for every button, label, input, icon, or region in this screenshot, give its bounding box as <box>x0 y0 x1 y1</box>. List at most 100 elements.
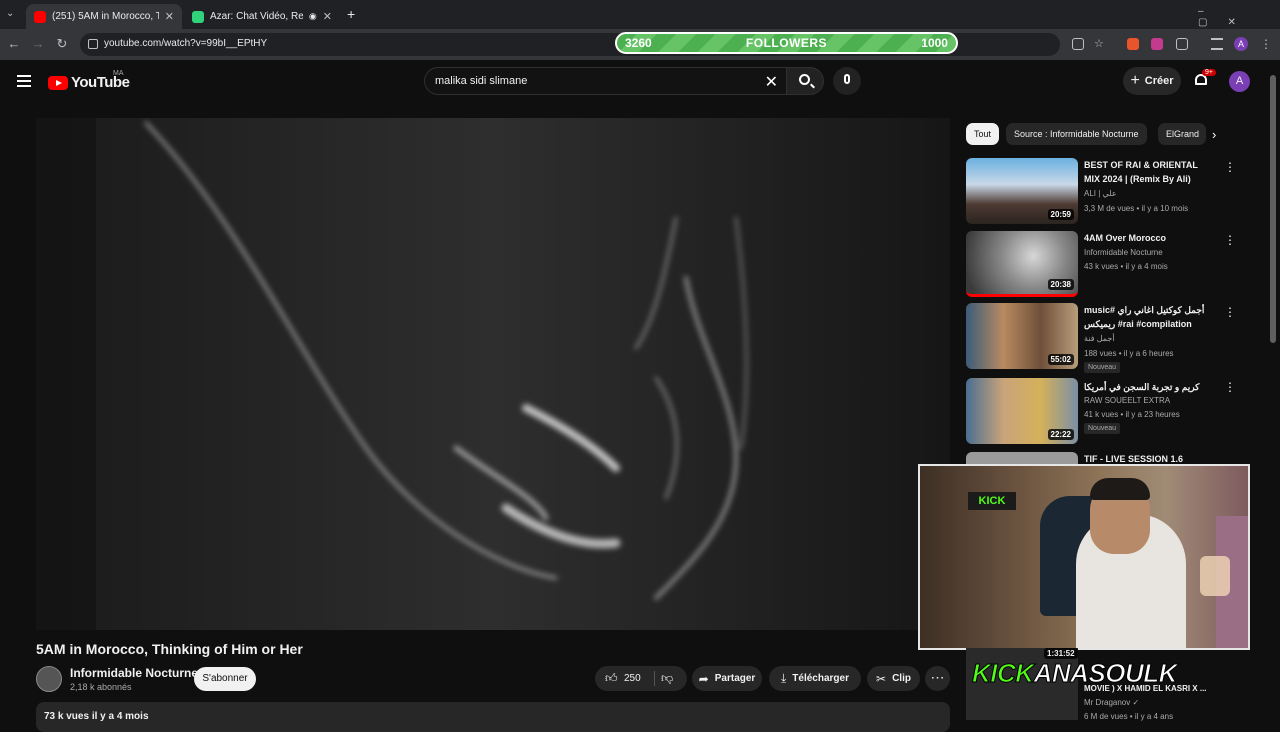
rec-title[interactable]: TIF - LIVE SESSION 1.6 <box>1084 452 1214 464</box>
tab-youtube[interactable]: (251) 5AM in Morocco, Thinking ✕ <box>26 4 182 29</box>
page-scrollbar[interactable] <box>1270 75 1276 343</box>
more-vert-icon[interactable]: ⋮ <box>1224 160 1236 174</box>
download-button[interactable]: ⤓ Télécharger <box>769 666 861 691</box>
rec-channel[interactable]: Informidable Nocturne <box>1084 248 1163 257</box>
reload-icon[interactable]: ↻ <box>54 36 70 52</box>
list-item[interactable]: TIF - LIVE SESSION 1.6 <box>966 452 1266 464</box>
search-button[interactable] <box>786 67 824 95</box>
list-item[interactable]: 55:02 music# أجمل كوكتيل اغاني راي ريميك… <box>966 303 1266 373</box>
video-thumbnail[interactable] <box>966 452 1078 464</box>
video-title: 5AM in Morocco, Thinking of Him or Her <box>36 641 303 657</box>
tab-azar[interactable]: Azar: Chat Vidéo, Rencontr ◉ ✕ <box>184 4 340 29</box>
video-thumbnail[interactable]: 55:02 <box>966 303 1078 369</box>
rec-title[interactable]: BEST OF RAI & ORIENTAL MIX 2024 | (Remix… <box>1084 158 1214 186</box>
rec-channel[interactable]: Mr Draganov ✓ <box>1084 698 1139 707</box>
clip-button[interactable]: ✂ Clip <box>867 666 920 691</box>
rec-title[interactable]: music# أجمل كوكتيل اغاني راي ريميكس #rai… <box>1084 303 1214 331</box>
more-vert-icon[interactable]: ⋮ <box>1224 305 1236 319</box>
site-info-icon[interactable] <box>88 39 98 49</box>
video-frame <box>36 118 950 630</box>
browser-profile-avatar[interactable]: A <box>1234 37 1248 51</box>
rec-channel[interactable]: ALI | علي <box>1084 189 1117 198</box>
forward-arrow-icon[interactable]: → <box>30 36 46 52</box>
like-thumb-icon[interactable]: 👍︎ <box>605 671 618 686</box>
download-icon: ⤓ <box>780 671 787 685</box>
followers-goal: 1000 <box>921 36 948 50</box>
notifications-button[interactable]: 9+ <box>1194 69 1216 88</box>
dislike-thumb-icon[interactable]: 👎︎ <box>661 671 673 686</box>
extensions-puzzle-icon[interactable] <box>1176 38 1188 50</box>
video-thumbnail[interactable]: 20:59 <box>966 158 1078 224</box>
list-item[interactable]: 22:22 كريم و تجربة السجن في أمريكا RAW S… <box>966 378 1266 448</box>
youtube-favicon-icon <box>34 10 46 23</box>
list-item[interactable]: 20:38 4AM Over Morocco Informidable Noct… <box>966 231 1266 301</box>
close-tab-icon[interactable]: ✕ <box>165 10 174 23</box>
rec-title[interactable]: كريم و تجربة السجن في أمريكا <box>1084 380 1214 394</box>
streamer-webcam: KICK <box>918 464 1250 650</box>
rec-title[interactable]: 4AM Over Morocco <box>1084 231 1214 245</box>
scissors-icon: ✂ <box>876 671 887 686</box>
share-button[interactable]: ➦ Partager <box>692 666 762 691</box>
cast-icon[interactable] <box>1072 38 1084 50</box>
chip-all[interactable]: Tout <box>966 123 1000 145</box>
chip-source[interactable]: Source : Informidable Nocturne <box>1006 123 1147 145</box>
more-actions-button[interactable]: ⋯ <box>925 666 950 691</box>
clip-label: Clip <box>892 673 911 684</box>
menu-icon[interactable] <box>17 75 31 87</box>
rec-title[interactable]: MOVIE ) X HAMID EL KASRI X ... <box>1084 684 1207 693</box>
subscribe-button[interactable]: S'abonner <box>194 667 256 691</box>
microphone-icon <box>844 74 850 84</box>
close-tab-icon[interactable]: ✕ <box>323 10 332 23</box>
azar-favicon-icon <box>192 10 204 23</box>
share-arrow-icon: ➦ <box>698 671 709 686</box>
followers-goal-bar: 3260 FOLLOWERS 1000 <box>615 32 958 54</box>
like-dislike-control: 👍︎ 250 👎︎ <box>595 666 687 691</box>
reading-list-icon[interactable] <box>1211 38 1223 50</box>
search-input[interactable]: malika sidi slimane ✕ <box>424 67 786 95</box>
more-vert-icon[interactable]: ⋮ <box>1224 380 1236 394</box>
tab-title: (251) 5AM in Morocco, Thinking <box>52 11 159 22</box>
voice-search-button[interactable] <box>833 67 861 95</box>
chevron-right-icon[interactable]: › <box>1212 127 1216 142</box>
rec-meta: 188 vues • il y a 6 heures <box>1084 349 1174 358</box>
new-badge: Nouveau <box>1084 423 1121 434</box>
list-item[interactable]: 20:59 BEST OF RAI & ORIENTAL MIX 2024 | … <box>966 158 1266 228</box>
share-label: Partager <box>714 673 756 684</box>
channel-avatar[interactable] <box>36 666 62 692</box>
followers-current: 3260 <box>625 36 652 50</box>
browser-menu-icon[interactable]: ⋮ <box>1260 37 1272 51</box>
duration-badge: 20:59 <box>1047 209 1074 220</box>
window-controls[interactable]: –▢✕ <box>1198 6 1280 28</box>
chip-elgrand[interactable]: ElGrand <box>1158 123 1206 145</box>
search-query: malika sidi slimane <box>435 75 528 87</box>
account-avatar[interactable]: A <box>1229 71 1250 92</box>
rec-channel[interactable]: أجمل فنة <box>1084 334 1115 343</box>
rec-channel[interactable]: RAW SOUEELT EXTRA <box>1084 396 1170 405</box>
browser-tab-strip: ⌄ (251) 5AM in Morocco, Thinking ✕ Azar:… <box>0 0 1280 29</box>
download-label: Télécharger <box>792 673 849 684</box>
video-thumbnail[interactable]: 22:22 <box>966 378 1078 444</box>
tab-search-icon[interactable]: ⌄ <box>6 8 14 19</box>
video-thumbnail[interactable]: 20:38 <box>966 231 1078 297</box>
plus-icon: + <box>1130 72 1140 89</box>
clear-search-icon[interactable]: ✕ <box>765 72 778 92</box>
subscriber-count: 2,18 k abonnés <box>70 682 132 692</box>
new-tab-button[interactable]: + <box>347 6 355 22</box>
channel-name[interactable]: Informidable Nocturne <box>70 666 198 680</box>
followers-label: FOLLOWERS <box>745 36 828 50</box>
bookmark-star-icon[interactable]: ☆ <box>1094 38 1106 50</box>
extension-icon[interactable] <box>1127 38 1139 50</box>
description-box[interactable]: 73 k vues il y a 4 mois <box>36 702 950 732</box>
extension-icon[interactable] <box>1151 38 1163 50</box>
video-player[interactable] <box>36 118 950 630</box>
duration-badge: 20:38 <box>1047 279 1074 290</box>
rec-meta: 3,3 M de vues • il y a 10 mois <box>1084 204 1189 213</box>
rec-meta: 41 k vues • il y a 23 heures <box>1084 410 1180 419</box>
streamer-hair <box>1090 478 1150 500</box>
youtube-header: YouTube MA malika sidi slimane ✕ + Créer… <box>0 60 1280 104</box>
create-button[interactable]: + Créer <box>1123 67 1181 95</box>
lamp <box>1200 556 1230 596</box>
region-code: MA <box>113 70 124 77</box>
back-arrow-icon[interactable]: ← <box>6 36 22 52</box>
more-vert-icon[interactable]: ⋮ <box>1224 233 1236 247</box>
